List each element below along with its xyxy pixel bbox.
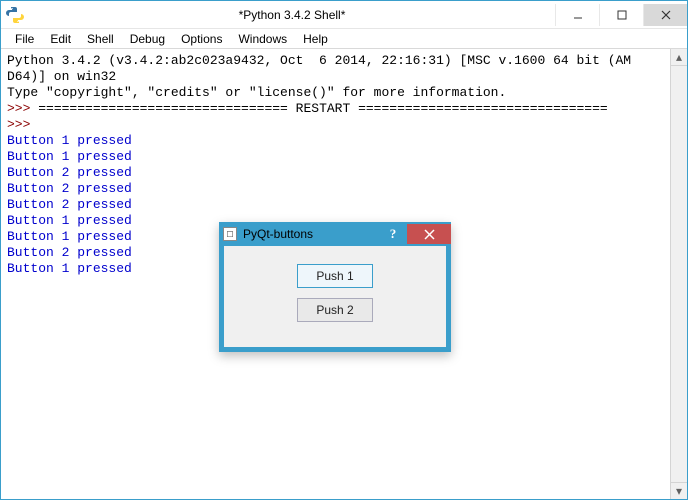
menu-options[interactable]: Options xyxy=(175,30,228,48)
output-line: Button 1 pressed xyxy=(7,229,132,244)
dialog-close-button[interactable] xyxy=(407,224,451,244)
prompt: >>> xyxy=(7,117,38,132)
menu-shell[interactable]: Shell xyxy=(81,30,120,48)
scroll-up-icon[interactable]: ▴ xyxy=(671,49,687,66)
dialog-titlebar[interactable]: ☐ PyQt-buttons ? xyxy=(219,222,451,246)
scroll-down-icon[interactable]: ▾ xyxy=(671,482,687,499)
push-1-button[interactable]: Push 1 xyxy=(297,264,373,288)
dialog-app-icon: ☐ xyxy=(223,227,237,241)
idle-titlebar: *Python 3.4.2 Shell* xyxy=(1,1,687,29)
menu-edit[interactable]: Edit xyxy=(44,30,77,48)
banner-line-1: Python 3.4.2 (v3.4.2:ab2c023a9432, Oct 6… xyxy=(7,53,631,68)
window-controls xyxy=(555,4,687,26)
python-app-icon xyxy=(5,5,25,25)
menubar: File Edit Shell Debug Options Windows He… xyxy=(1,29,687,49)
pyqt-dialog-window: ☐ PyQt-buttons ? Push 1 Push 2 xyxy=(219,222,451,352)
restart-line: ================================ RESTART… xyxy=(38,101,608,116)
output-line: Button 1 pressed xyxy=(7,261,132,276)
prompt: >>> xyxy=(7,101,38,116)
menu-windows[interactable]: Windows xyxy=(232,30,293,48)
minimize-button[interactable] xyxy=(555,4,599,26)
output-line: Button 1 pressed xyxy=(7,149,132,164)
output-line: Button 2 pressed xyxy=(7,181,132,196)
close-button[interactable] xyxy=(643,4,687,26)
menu-file[interactable]: File xyxy=(9,30,40,48)
dialog-help-button[interactable]: ? xyxy=(379,224,407,244)
menu-help[interactable]: Help xyxy=(297,30,334,48)
dialog-body: Push 1 Push 2 xyxy=(224,246,446,322)
menu-debug[interactable]: Debug xyxy=(124,30,171,48)
vertical-scrollbar[interactable]: ▴ ▾ xyxy=(670,49,687,499)
maximize-button[interactable] xyxy=(599,4,643,26)
scroll-track[interactable] xyxy=(671,66,687,482)
output-line: Button 1 pressed xyxy=(7,213,132,228)
output-line: Button 2 pressed xyxy=(7,165,132,180)
push-2-button[interactable]: Push 2 xyxy=(297,298,373,322)
output-line: Button 2 pressed xyxy=(7,245,132,260)
output-line: Button 2 pressed xyxy=(7,197,132,212)
window-title: *Python 3.4.2 Shell* xyxy=(29,8,555,22)
banner-line-3: Type "copyright", "credits" or "license(… xyxy=(7,85,506,100)
output-line: Button 1 pressed xyxy=(7,133,132,148)
dialog-title: PyQt-buttons xyxy=(243,227,379,241)
banner-line-2: D64)] on win32 xyxy=(7,69,116,84)
